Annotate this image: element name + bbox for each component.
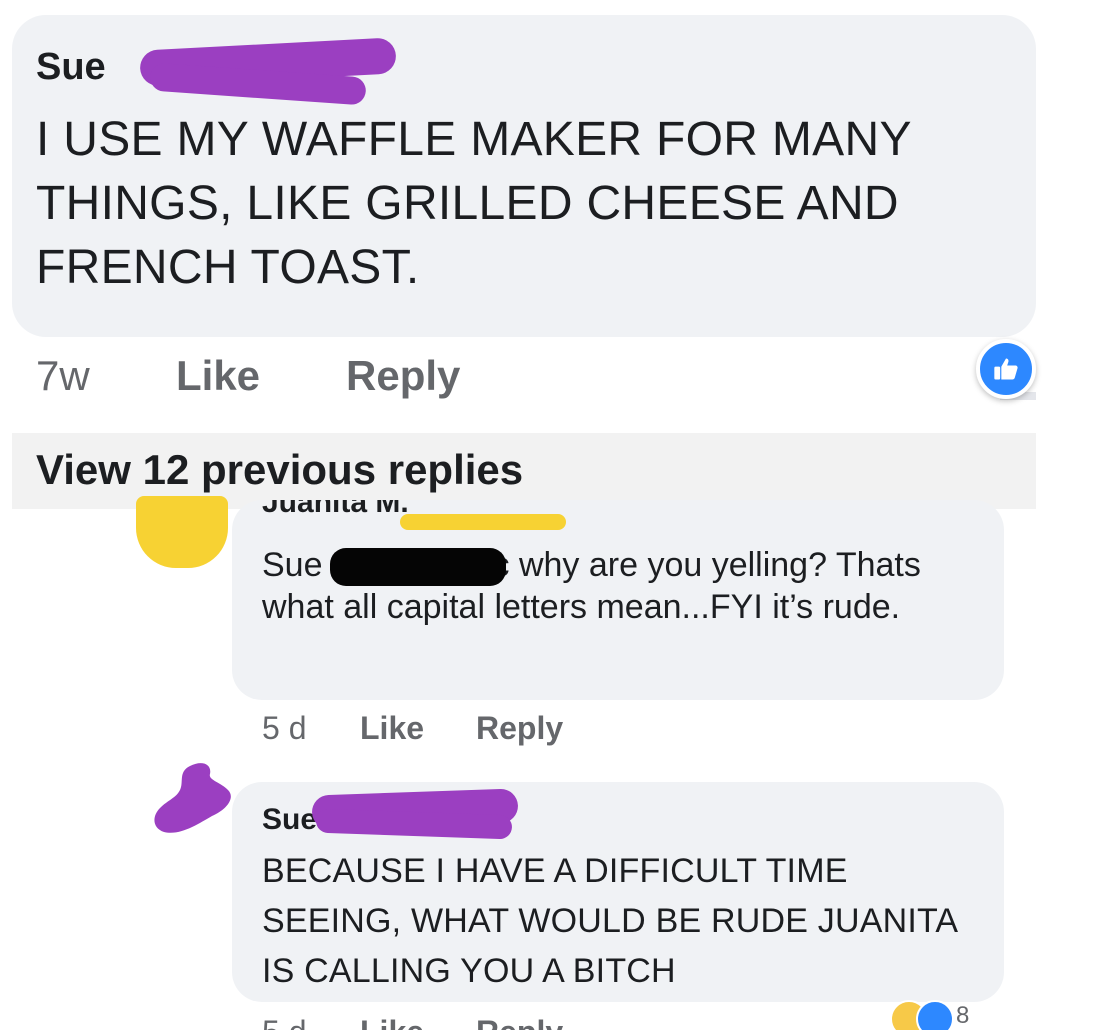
reply-button[interactable]: Reply	[476, 1014, 563, 1030]
reply-author[interactable]: Juanita M.	[262, 500, 409, 520]
thumbs-up-icon	[994, 358, 1018, 380]
avatar[interactable]	[136, 496, 228, 568]
reply-timestamp[interactable]: 5 d	[262, 710, 306, 747]
like-button[interactable]: Like	[360, 710, 424, 747]
like-button[interactable]: Like	[360, 1014, 424, 1030]
avatar[interactable]	[150, 758, 240, 842]
mention[interactable]: Sue	[262, 546, 323, 584]
author-redaction	[400, 514, 566, 530]
reaction-count: 8	[956, 1002, 970, 1029]
comment-text: I USE MY WAFFLE MAKER FOR MANY THINGS, L…	[36, 113, 911, 294]
reply-button[interactable]: Reply	[346, 352, 460, 400]
comment-timestamp[interactable]: 7w	[36, 352, 90, 400]
like-reaction-badge[interactable]	[976, 339, 1036, 399]
reply-timestamp[interactable]: 5 d	[262, 1014, 306, 1030]
reply-actions-clip: 5 d Like Reply	[262, 1012, 662, 1030]
mention-redaction	[330, 548, 506, 586]
comment-thread: Sue I USE MY WAFFLE MAKER FOR MANY THING…	[0, 0, 1104, 1030]
reply-button[interactable]: Reply	[476, 710, 563, 747]
comment-author[interactable]: Sue	[36, 46, 106, 89]
like-reaction-icon	[916, 1000, 954, 1030]
view-previous-replies-link[interactable]: View 12 previous replies	[36, 446, 523, 494]
like-button[interactable]: Like	[176, 352, 260, 400]
reply-text: BECAUSE I HAVE A DIFFICULT TIME SEEING, …	[262, 852, 957, 990]
reaction-summary[interactable]: 8	[890, 998, 990, 1030]
reply-author[interactable]: Sue	[262, 803, 317, 837]
